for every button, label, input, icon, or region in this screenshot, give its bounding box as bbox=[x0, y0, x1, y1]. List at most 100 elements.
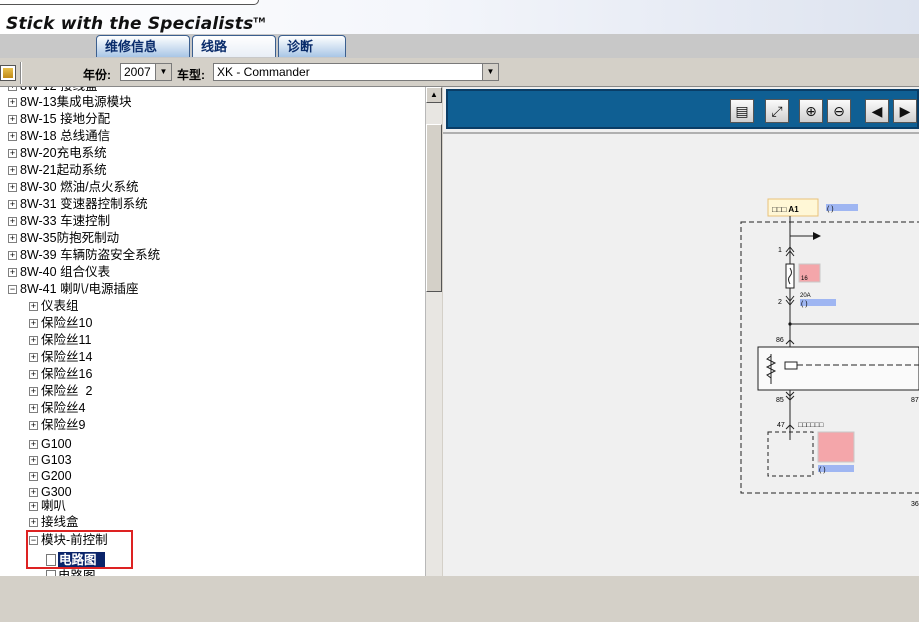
chevron-down-icon[interactable]: ▼ bbox=[155, 64, 171, 80]
relay-pin-85: 85 bbox=[776, 397, 784, 404]
expand-icon[interactable]: + bbox=[8, 87, 17, 91]
expand-icon[interactable]: + bbox=[8, 149, 17, 158]
tree-item-title: 车速控制 bbox=[56, 214, 111, 228]
pin-47-caption: □□□□□□ bbox=[798, 422, 824, 429]
tab-wiring[interactable]: 线路 bbox=[192, 35, 276, 57]
pin-2-label: 2 bbox=[778, 299, 782, 306]
fit-window-icon[interactable]: ⤢ bbox=[765, 99, 789, 123]
next-icon[interactable]: ▶ bbox=[893, 99, 917, 123]
expand-icon[interactable]: + bbox=[29, 370, 38, 379]
tree-leaf-label: 电路图 bbox=[58, 569, 96, 576]
tree-item-code: 8W-40 bbox=[20, 265, 57, 279]
toolbar-separator bbox=[20, 62, 21, 84]
fuse-number: 16 bbox=[801, 276, 808, 282]
tree-item-label: 8W-40 组合仪表 bbox=[20, 264, 110, 281]
page-number: 36 bbox=[911, 501, 919, 508]
scroll-up-icon[interactable]: ▲ bbox=[426, 87, 442, 103]
expand-icon[interactable]: + bbox=[29, 353, 38, 362]
zoom-out-icon[interactable]: ⊖ bbox=[827, 99, 851, 123]
selection-callout-box bbox=[26, 530, 133, 569]
relay-coil-icon bbox=[784, 361, 798, 370]
tree-item-title: 接地分配 bbox=[56, 112, 111, 126]
document-icon bbox=[46, 570, 56, 576]
tree-item-code: 8W-20 bbox=[20, 146, 57, 160]
expand-icon[interactable]: + bbox=[8, 183, 17, 192]
relay-pin-86: 86 bbox=[776, 337, 784, 344]
viewer-toolbar: ▤ ⤢ ⊕ ⊖ ◀ ▶ bbox=[446, 89, 919, 129]
connector-label: □□□ A1 bbox=[772, 205, 799, 214]
tree-item-label: 8W-33 车速控制 bbox=[20, 213, 110, 230]
relay-pin-87: 87 bbox=[911, 397, 919, 404]
tree-child-label: 接线盒 bbox=[41, 515, 79, 529]
tree-item-title: 充电系统 bbox=[56, 146, 107, 160]
connector-tag: ( ) bbox=[827, 206, 834, 213]
tree-child-label: 保险丝16 bbox=[41, 367, 93, 381]
tab-label: 线路 bbox=[201, 39, 228, 54]
wiring-schematic[interactable]: □□□ A1 ( ) 1 16 20A ( ) 2 86 85 87 47 □□… bbox=[443, 182, 919, 622]
tree-item-title: 车辆防盗安全系统 bbox=[56, 248, 161, 262]
tree-child-label: 喇叭 bbox=[41, 499, 67, 513]
model-value: XK - Commander bbox=[217, 65, 310, 79]
expand-icon[interactable]: + bbox=[29, 302, 38, 311]
tree-item-code: 8W-31 bbox=[20, 197, 57, 211]
brand-slogan: Stick with the SpecialistsTM bbox=[6, 14, 266, 34]
tree-toggle-icon[interactable] bbox=[0, 65, 16, 81]
expand-icon[interactable]: + bbox=[29, 488, 38, 497]
expand-icon[interactable]: + bbox=[29, 456, 38, 465]
tree-item-title: 起动系统 bbox=[56, 163, 107, 177]
expand-icon[interactable]: + bbox=[8, 217, 17, 226]
module-tag: ( ) bbox=[819, 467, 826, 474]
tab-service-info[interactable]: 维修信息 bbox=[96, 35, 190, 57]
tree-child-label: 仪表组 bbox=[41, 299, 79, 313]
tree-item-label: 8W-30 燃油/点火系统 bbox=[20, 179, 139, 196]
scroll-thumb[interactable] bbox=[426, 124, 442, 292]
expand-icon[interactable]: + bbox=[29, 472, 38, 481]
expand-icon[interactable]: + bbox=[29, 502, 38, 511]
year-value: 2007 bbox=[124, 65, 151, 79]
model-label: 车型: bbox=[177, 68, 205, 82]
expand-icon[interactable]: + bbox=[8, 200, 17, 209]
expand-icon[interactable]: + bbox=[29, 440, 38, 449]
tree-child-label: 保险丝9 bbox=[41, 418, 86, 432]
zoom-in-icon[interactable]: ⊕ bbox=[799, 99, 823, 123]
banner-notch bbox=[0, 0, 259, 5]
tree-item-label: 8W-15 接地分配 bbox=[20, 111, 110, 128]
fit-page-icon[interactable]: ▤ bbox=[730, 99, 754, 123]
expand-icon[interactable]: + bbox=[8, 98, 17, 107]
expand-icon[interactable]: + bbox=[29, 387, 38, 396]
previous-icon[interactable]: ◀ bbox=[865, 99, 889, 123]
expand-icon[interactable]: + bbox=[29, 518, 38, 527]
expand-icon[interactable]: + bbox=[8, 132, 17, 141]
year-select[interactable]: 2007 ▼ bbox=[120, 63, 172, 81]
collapse-icon[interactable]: − bbox=[8, 285, 17, 294]
expand-icon[interactable]: + bbox=[29, 421, 38, 430]
chevron-down-icon[interactable]: ▼ bbox=[482, 64, 498, 80]
expand-icon[interactable]: + bbox=[8, 115, 17, 124]
tree-item-code: 8W-21 bbox=[20, 163, 57, 177]
relay-box bbox=[757, 346, 919, 391]
tree-item-label: 8W-39 车辆防盗安全系统 bbox=[20, 247, 160, 264]
tree-item-code: 8W-13 bbox=[20, 95, 57, 109]
expand-icon[interactable]: + bbox=[29, 404, 38, 413]
expand-icon[interactable]: + bbox=[29, 336, 38, 345]
pin-47-label: 47 bbox=[777, 422, 785, 429]
tree-item-label: 8W-20充电系统 bbox=[20, 145, 107, 162]
tab-label: 维修信息 bbox=[105, 39, 158, 54]
expand-icon[interactable]: + bbox=[8, 234, 17, 243]
header-banner: Stick with the SpecialistsTM bbox=[0, 0, 919, 34]
tree-child-label: G100 bbox=[41, 437, 72, 451]
expand-icon[interactable]: + bbox=[8, 268, 17, 277]
expand-icon[interactable]: + bbox=[8, 166, 17, 175]
tab-diagnostics[interactable]: 诊断 bbox=[278, 35, 346, 57]
tree-item-title: 总线通信 bbox=[56, 129, 111, 143]
tree-scrollbar[interactable]: ▲ bbox=[425, 87, 442, 576]
expand-icon[interactable]: + bbox=[8, 251, 17, 260]
expand-icon[interactable]: + bbox=[29, 319, 38, 328]
model-select[interactable]: XK - Commander ▼ bbox=[213, 63, 499, 81]
tree-child-label: 保险丝 2 bbox=[41, 384, 93, 398]
diagram-viewer: ▤ ⤢ ⊕ ⊖ ◀ ▶ □□□ A1 ( ) 1 16 20A ( ) 2 86… bbox=[443, 87, 919, 576]
module-highlight bbox=[817, 431, 855, 463]
tree-item-label: 8W-18 总线通信 bbox=[20, 128, 110, 145]
tree-item-code: 8W-33 bbox=[20, 214, 57, 228]
tree-item-label: 8W-13集成电源模块 bbox=[20, 94, 132, 111]
